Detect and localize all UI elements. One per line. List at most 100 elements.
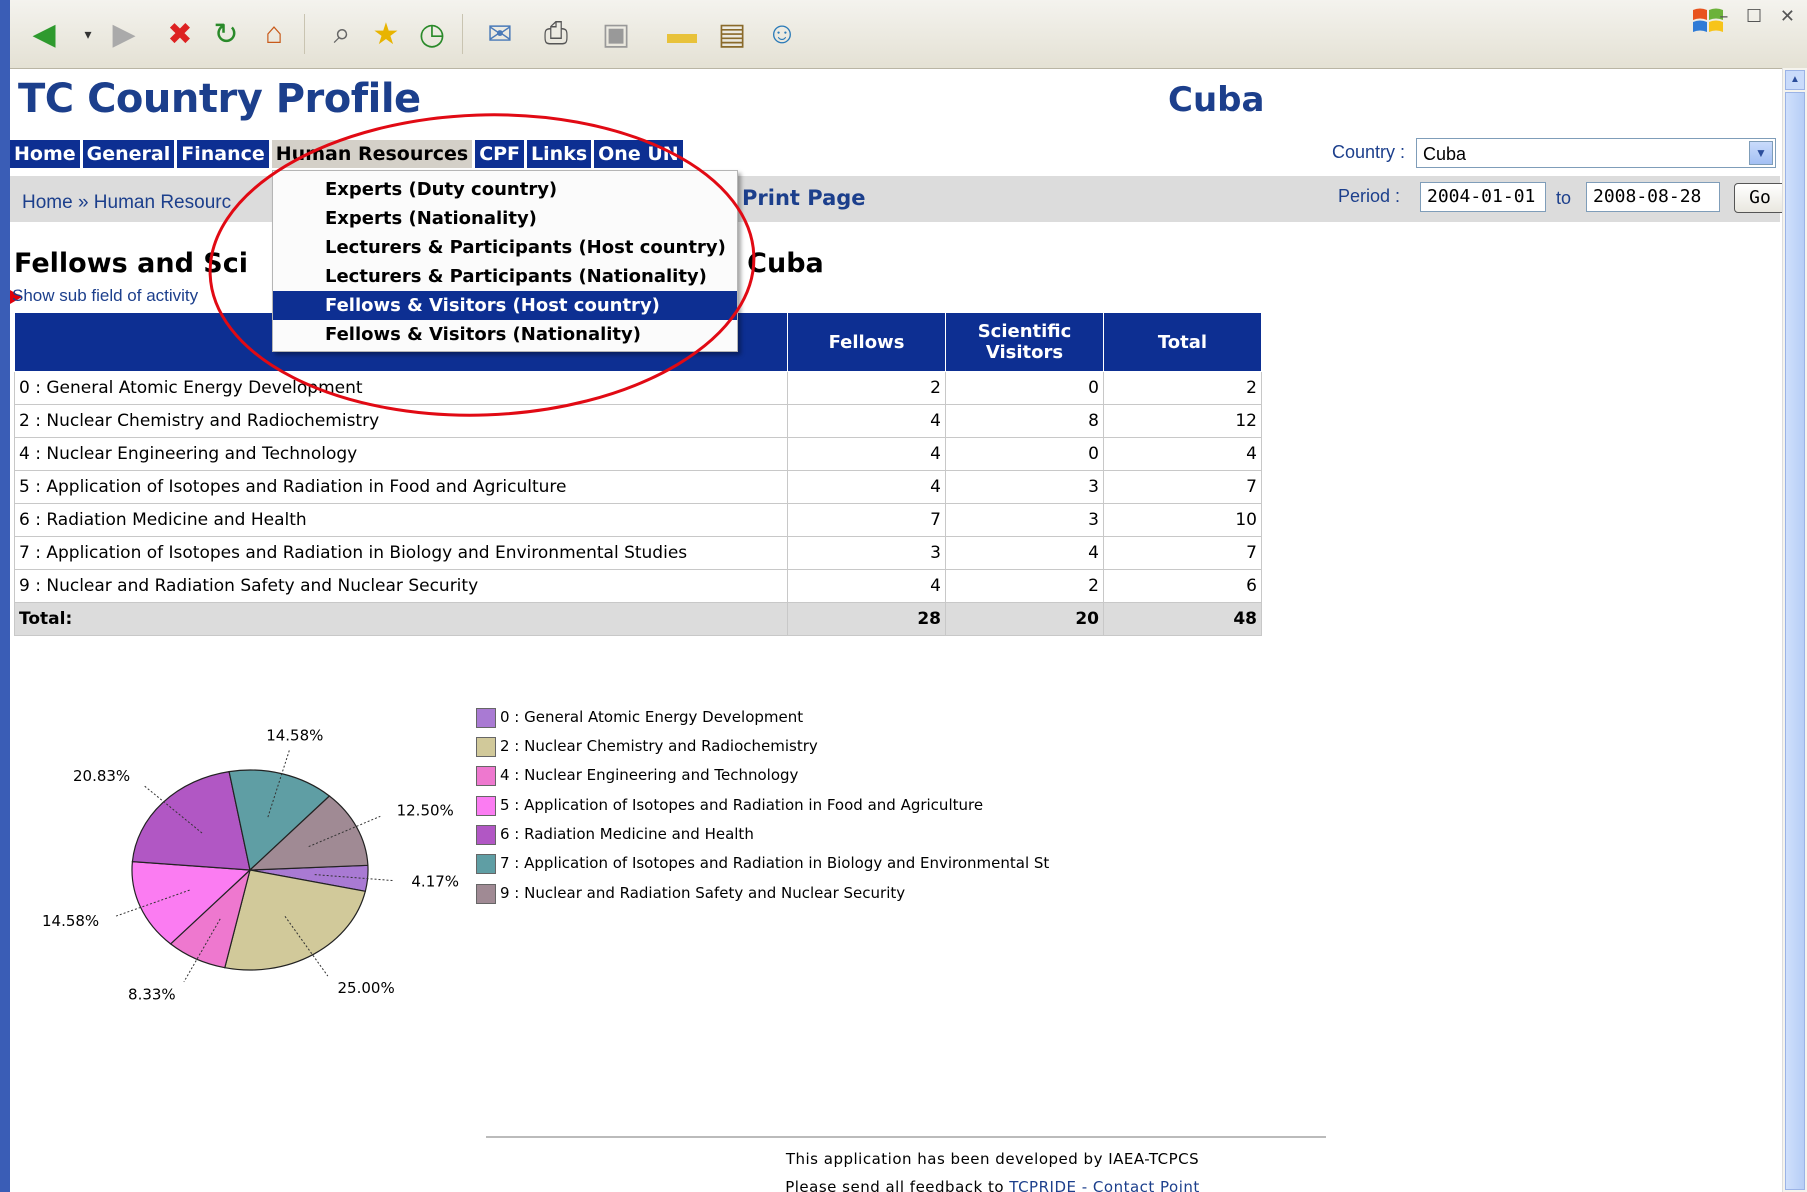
visitors-cell: 8 [945, 404, 1104, 438]
table-row: 4 : Nuclear Engineering and Technology 4 0… [14, 437, 1262, 471]
vertical-scrollbar[interactable]: ▲ [1782, 68, 1807, 1192]
nav-human-resources[interactable]: Human Resources [271, 140, 473, 168]
pie-percentage-label: 8.33% [128, 985, 176, 1003]
legend-swatch [476, 825, 496, 845]
refresh-icon[interactable]: ↻ [206, 14, 246, 54]
menu-item-lecturers-host-country[interactable]: Lecturers & Participants (Host country) [273, 233, 737, 262]
pie-percentage-label: 4.17% [411, 873, 459, 891]
stop-icon[interactable]: ✖ [160, 14, 200, 54]
period-from-input[interactable]: 2004-01-01 [1420, 182, 1546, 212]
field-cell: 2 : Nuclear Chemistry and Radiochemistry [14, 404, 788, 438]
footer-feedback: Please send all feedback to TCPRIDE - Co… [10, 1178, 1807, 1192]
home-icon[interactable]: ⌂ [254, 14, 294, 54]
total-cell: 12 [1103, 404, 1262, 438]
visitors-total-cell: 20 [945, 602, 1104, 636]
contact-point-link[interactable]: TCPRIDE - Contact Point [1009, 1178, 1200, 1192]
legend-swatch [476, 884, 496, 904]
human-resources-dropdown-menu: Experts (Duty country) Experts (National… [272, 170, 738, 352]
pie-percentage-label: 20.83% [73, 767, 130, 785]
visitors-cell: 3 [945, 470, 1104, 504]
fellows-total-cell: 28 [787, 602, 946, 636]
table-row: 2 : Nuclear Chemistry and Radiochemistry… [14, 404, 1262, 438]
nav-home[interactable]: Home [10, 140, 80, 168]
legend-label: 5 : Application of Isotopes and Radiatio… [500, 796, 984, 814]
table-row: 6 : Radiation Medicine and Health 7 3 10 [14, 503, 1262, 537]
go-button[interactable]: Go [1734, 183, 1786, 213]
chevron-down-icon[interactable]: ▼ [1749, 141, 1773, 165]
legend-swatch [476, 796, 496, 816]
show-subfield-link[interactable]: Show sub field of activity [12, 286, 198, 306]
edit-icon[interactable]: ▣ [596, 14, 636, 54]
legend-label: 2 : Nuclear Chemistry and Radiochemistry [500, 737, 818, 755]
legend-swatch [476, 854, 496, 874]
menu-item-experts-nationality[interactable]: Experts (Nationality) [273, 204, 737, 233]
print-page-label: Print Page [742, 186, 866, 210]
total-column-header: Total [1103, 312, 1262, 372]
app-title: TC Country Profile [18, 76, 421, 122]
visitors-cell: 0 [945, 371, 1104, 405]
field-cell: 6 : Radiation Medicine and Health [14, 503, 788, 537]
nav-one-un[interactable]: One UN [594, 140, 683, 168]
scroll-up-icon[interactable]: ▲ [1785, 70, 1805, 90]
table-row: 0 : General Atomic Energy Development 2 0 2 [14, 371, 1262, 405]
forward-icon[interactable]: ▶ [104, 14, 144, 54]
menu-item-fellows-host-country[interactable]: Fellows & Visitors (Host country) [273, 291, 737, 320]
field-cell: 7 : Application of Isotopes and Radiatio… [14, 536, 788, 570]
browser-window: ◀ ▾ ▶ ✖ ↻ ⌂ ⌕ ★ ◷ ✉ ⎙ ▣ ▬ ▤ ☺ – ☐ ✕ TC C… [10, 0, 1807, 1192]
visitors-cell: 3 [945, 503, 1104, 537]
messenger-icon[interactable]: ☺ [762, 14, 802, 54]
fellows-cell: 4 [787, 569, 946, 603]
fellows-cell: 2 [787, 371, 946, 405]
footer-credit: This application has been developed by I… [785, 1150, 1200, 1168]
nav-finance[interactable]: Finance [177, 140, 269, 168]
table-row: 5 : Application of Isotopes and Radiatio… [14, 470, 1262, 504]
mail-icon[interactable]: ✉ [480, 14, 520, 54]
search-icon[interactable]: ⌕ [322, 14, 362, 54]
field-cell: 5 : Application of Isotopes and Radiatio… [14, 470, 788, 504]
favorites-icon[interactable]: ★ [366, 14, 406, 54]
legend-label: 9 : Nuclear and Radiation Safety and Nuc… [500, 884, 906, 902]
main-nav: Home General Finance Human Resources CPF… [10, 140, 683, 168]
period-label: Period : [1338, 186, 1401, 206]
legend-label: 4 : Nuclear Engineering and Technology [500, 766, 799, 784]
menu-item-fellows-nationality[interactable]: Fellows & Visitors (Nationality) [273, 320, 737, 349]
table-row: 9 : Nuclear and Radiation Safety and Nuc… [14, 569, 1262, 603]
field-cell: 0 : General Atomic Energy Development [14, 371, 788, 405]
visitors-cell: 2 [945, 569, 1104, 603]
menu-item-experts-duty-country[interactable]: Experts (Duty country) [273, 175, 737, 204]
table-total-row: Total: 28 20 48 [14, 602, 1262, 636]
breadcrumb[interactable]: Home » Human Resourc [22, 192, 231, 214]
research-icon[interactable]: ▤ [712, 14, 752, 54]
country-select[interactable]: Cuba ▼ [1416, 138, 1776, 168]
window-controls[interactable]: – ☐ ✕ [1719, 6, 1801, 27]
back-icon[interactable]: ◀ [24, 14, 64, 54]
nav-cpf[interactable]: CPF [475, 140, 525, 168]
total-cell: 7 [1103, 470, 1262, 504]
toolbar-separator [462, 14, 463, 54]
fellows-cell: 3 [787, 536, 946, 570]
menu-item-lecturers-nationality[interactable]: Lecturers & Participants (Nationality) [273, 262, 737, 291]
history-icon[interactable]: ◷ [412, 14, 452, 54]
country-select-value: Cuba [1423, 144, 1467, 164]
nav-general[interactable]: General [82, 140, 175, 168]
legend-label: 7 : Application of Isotopes and Radiatio… [500, 854, 1050, 872]
field-cell: 4 : Nuclear Engineering and Technology [14, 437, 788, 471]
period-to-input[interactable]: 2008-08-28 [1586, 182, 1720, 212]
toolbar-separator [304, 14, 305, 54]
footer-feedback-text: Please send all feedback to [785, 1178, 1010, 1192]
legend-swatch [476, 737, 496, 757]
field-cell: 9 : Nuclear and Radiation Safety and Nuc… [14, 569, 788, 603]
total-cell: 4 [1103, 437, 1262, 471]
back-dropdown-icon[interactable]: ▾ [68, 14, 108, 54]
pie-percentage-label: 25.00% [338, 979, 395, 997]
grand-total-cell: 48 [1103, 602, 1262, 636]
nav-links[interactable]: Links [527, 140, 592, 168]
print-page-link[interactable]: Print Page [742, 186, 866, 210]
scrollbar-thumb[interactable] [1785, 92, 1805, 1190]
folder-icon[interactable]: ▬ [662, 14, 702, 54]
fellows-cell: 4 [787, 404, 946, 438]
period-to-label: to [1556, 188, 1572, 208]
page-heading-left: Fellows and Sci [14, 248, 249, 279]
print-icon[interactable]: ⎙ [536, 14, 576, 54]
pie-percentage-label: 14.58% [266, 727, 323, 745]
